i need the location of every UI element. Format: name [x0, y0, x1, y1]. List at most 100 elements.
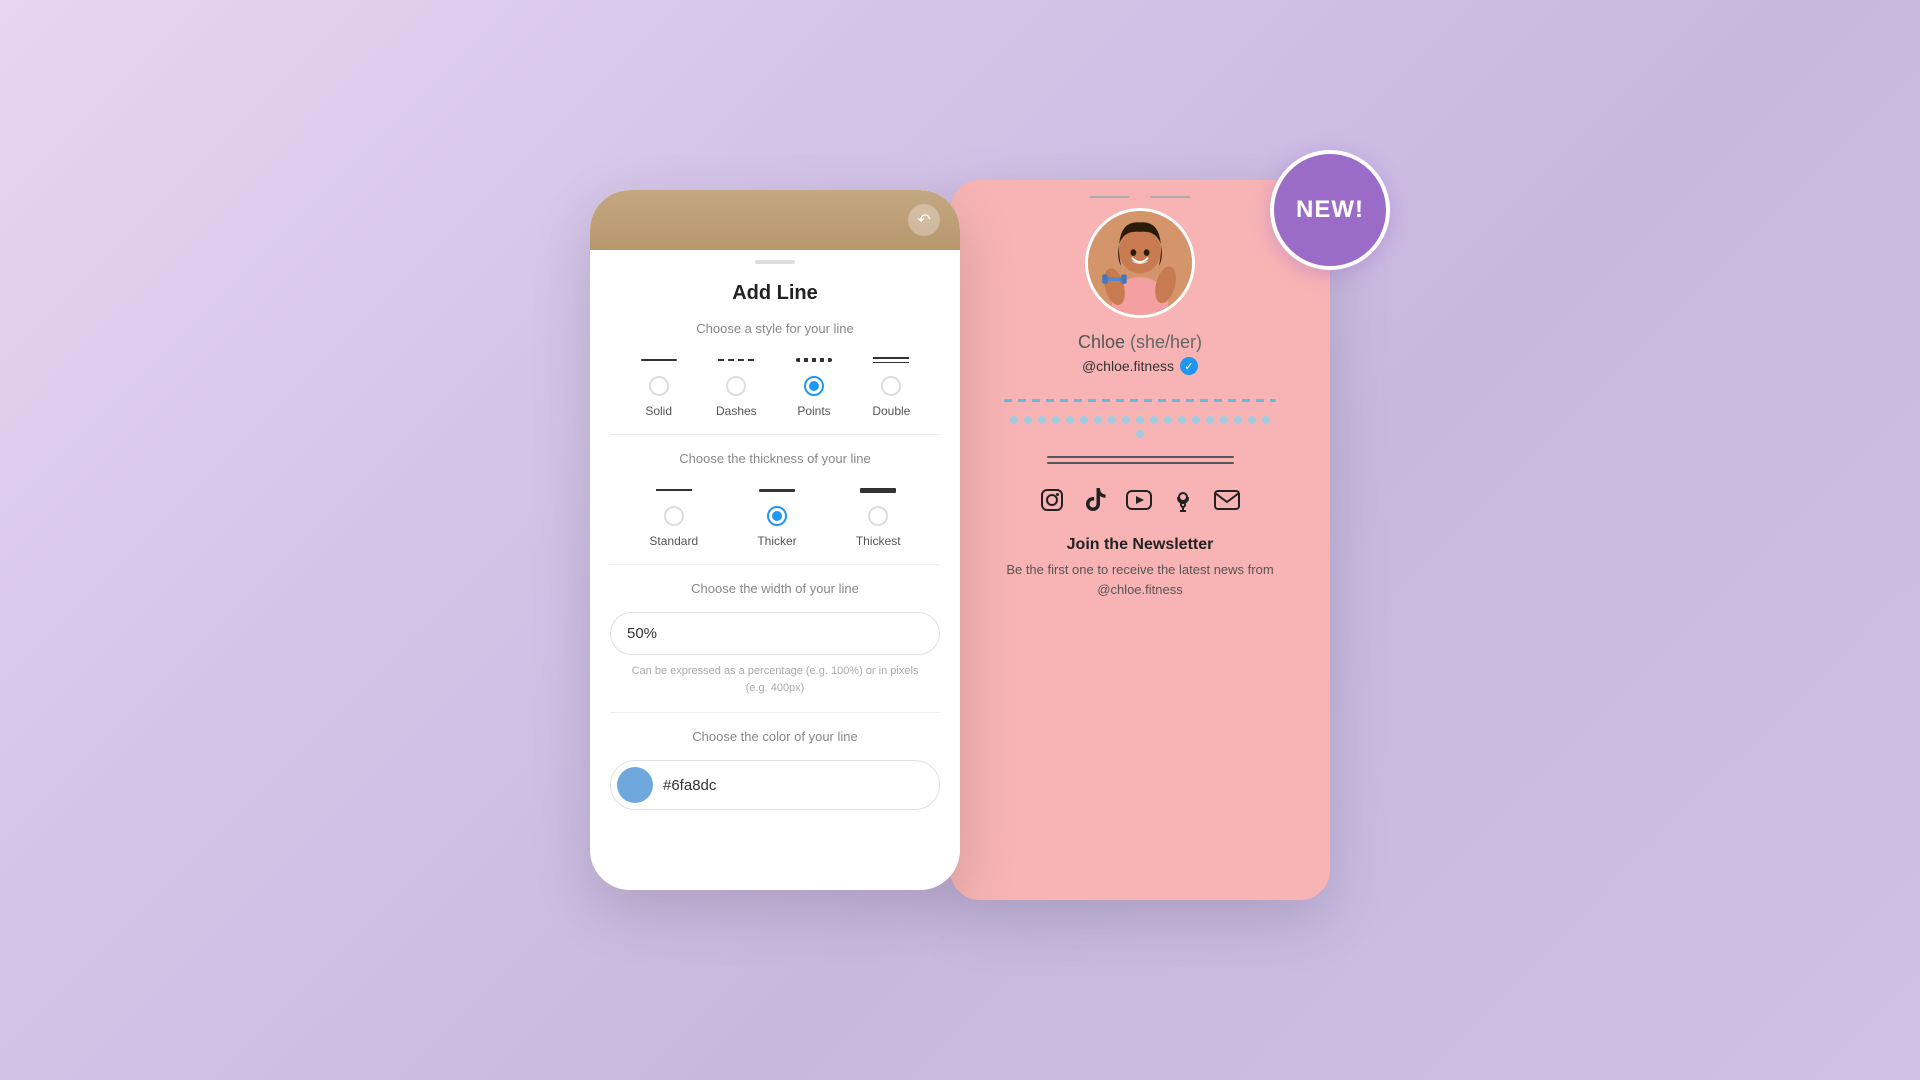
dot-7 — [1094, 416, 1102, 424]
double-preview — [871, 352, 911, 368]
avatar-image — [1088, 211, 1192, 315]
phone-left: ↶ Add Line Choose a style for your line … — [590, 190, 960, 890]
phone-header: ↶ — [590, 190, 960, 250]
profile-pronouns: (she/her) — [1130, 332, 1202, 352]
back-button[interactable]: ↶ — [908, 204, 940, 236]
thickest-thickness-radio[interactable] — [868, 506, 888, 526]
dot-10 — [1136, 416, 1144, 424]
dot-3 — [1038, 416, 1046, 424]
dot-17 — [1234, 416, 1242, 424]
dashes-preview — [716, 352, 756, 368]
solid-line-icon — [641, 359, 677, 361]
podcast-icon[interactable] — [1172, 488, 1194, 518]
newsletter-section: Join the Newsletter Be the first one to … — [986, 536, 1293, 599]
phones-wrapper: ↶ Add Line Choose a style for your line … — [590, 180, 1330, 900]
color-hex-input[interactable] — [663, 777, 923, 794]
solid-radio[interactable] — [649, 376, 669, 396]
double-label: Double — [872, 404, 910, 418]
standard-thickness-preview — [654, 482, 694, 498]
thickness-option-thicker[interactable]: Thicker — [757, 482, 797, 548]
thickness-section-label: Choose the thickness of your line — [610, 451, 940, 466]
thicker-thickness-label: Thicker — [757, 534, 796, 548]
dot-19 — [1262, 416, 1270, 424]
dot-2 — [1024, 416, 1032, 424]
dot-4 — [1052, 416, 1060, 424]
dot-8 — [1108, 416, 1116, 424]
width-section-label: Choose the width of your line — [610, 581, 940, 596]
newsletter-title: Join the Newsletter — [1006, 536, 1273, 554]
dot-5 — [1066, 416, 1074, 424]
panel-title: Add Line — [610, 282, 940, 305]
color-swatch[interactable] — [617, 767, 653, 803]
header-line-1 — [1090, 196, 1130, 198]
thickness-option-thickest[interactable]: Thickest — [856, 482, 901, 548]
style-option-points[interactable]: Points — [794, 352, 834, 418]
mail-icon[interactable] — [1214, 490, 1240, 516]
style-option-dashes[interactable]: Dashes — [716, 352, 757, 418]
thickest-thickness-preview — [858, 482, 898, 498]
standard-thickness-radio[interactable] — [664, 506, 684, 526]
style-option-double[interactable]: Double — [871, 352, 911, 418]
dot-13 — [1178, 416, 1186, 424]
points-preview — [794, 352, 834, 368]
profile-handle-row: @chloe.fitness ✓ — [1082, 357, 1198, 375]
width-section: Choose the width of your line Can be exp… — [610, 581, 940, 696]
thicker-thickness-radio[interactable] — [767, 506, 787, 526]
dotted-row-decoration — [1004, 416, 1276, 438]
newsletter-description: Be the first one to receive the latest n… — [1006, 560, 1273, 599]
thicker-thickness-preview — [757, 482, 797, 498]
tiktok-icon[interactable] — [1084, 488, 1106, 518]
points-radio[interactable] — [804, 376, 824, 396]
style-section-label: Choose a style for your line — [610, 321, 940, 336]
dot-14 — [1192, 416, 1200, 424]
thickness-option-standard[interactable]: Standard — [649, 482, 698, 548]
double-radio[interactable] — [881, 376, 901, 396]
profile-content: Chloe (she/her) @chloe.fitness ✓ — [950, 208, 1330, 599]
standard-thickness-icon — [656, 489, 692, 491]
points-label: Points — [797, 404, 830, 418]
new-badge: NEW! — [1270, 150, 1390, 270]
divider-3 — [610, 712, 940, 713]
social-icons — [1040, 488, 1240, 518]
dot-11 — [1150, 416, 1158, 424]
width-input[interactable] — [610, 612, 940, 655]
standard-thickness-label: Standard — [649, 534, 698, 548]
dot-9 — [1122, 416, 1130, 424]
instagram-icon[interactable] — [1040, 488, 1064, 518]
color-section: Choose the color of your line — [610, 729, 940, 810]
dot-15 — [1206, 416, 1214, 424]
divider-2 — [610, 564, 940, 565]
dashes-radio[interactable] — [726, 376, 746, 396]
thickest-thickness-icon — [860, 488, 896, 493]
thicker-thickness-icon — [759, 489, 795, 492]
width-hint: Can be expressed as a percentage (e.g. 1… — [610, 663, 940, 696]
divider-1 — [610, 434, 940, 435]
profile-handle: @chloe.fitness — [1082, 358, 1174, 374]
phone-content: Add Line Choose a style for your line So… — [590, 264, 960, 890]
dot-12 — [1164, 416, 1172, 424]
dot-6 — [1080, 416, 1088, 424]
dashes-line-icon — [718, 359, 754, 361]
color-input-row — [610, 760, 940, 810]
header-line-2 — [1150, 196, 1190, 198]
points-line-icon — [796, 358, 832, 362]
new-badge-text: NEW! — [1296, 196, 1364, 224]
double-line-decoration — [1047, 456, 1234, 464]
dashes-label: Dashes — [716, 404, 757, 418]
thickest-thickness-label: Thickest — [856, 534, 901, 548]
style-option-solid[interactable]: Solid — [639, 352, 679, 418]
double-line-icon — [873, 357, 909, 363]
dot-16 — [1220, 416, 1228, 424]
solid-label: Solid — [645, 404, 672, 418]
dot-20 — [1136, 430, 1144, 438]
thickness-options: Standard Thicker Thickest — [610, 482, 940, 548]
dot-18 — [1248, 416, 1256, 424]
dashed-line-decoration — [1004, 399, 1276, 402]
profile-name: Chloe (she/her) — [1078, 332, 1202, 353]
avatar — [1085, 208, 1195, 318]
style-options: Solid Dashes Points — [610, 352, 940, 418]
solid-preview — [639, 352, 679, 368]
youtube-icon[interactable] — [1126, 490, 1152, 516]
phone-right: Chloe (she/her) @chloe.fitness ✓ — [950, 180, 1330, 900]
verified-badge: ✓ — [1180, 357, 1198, 375]
